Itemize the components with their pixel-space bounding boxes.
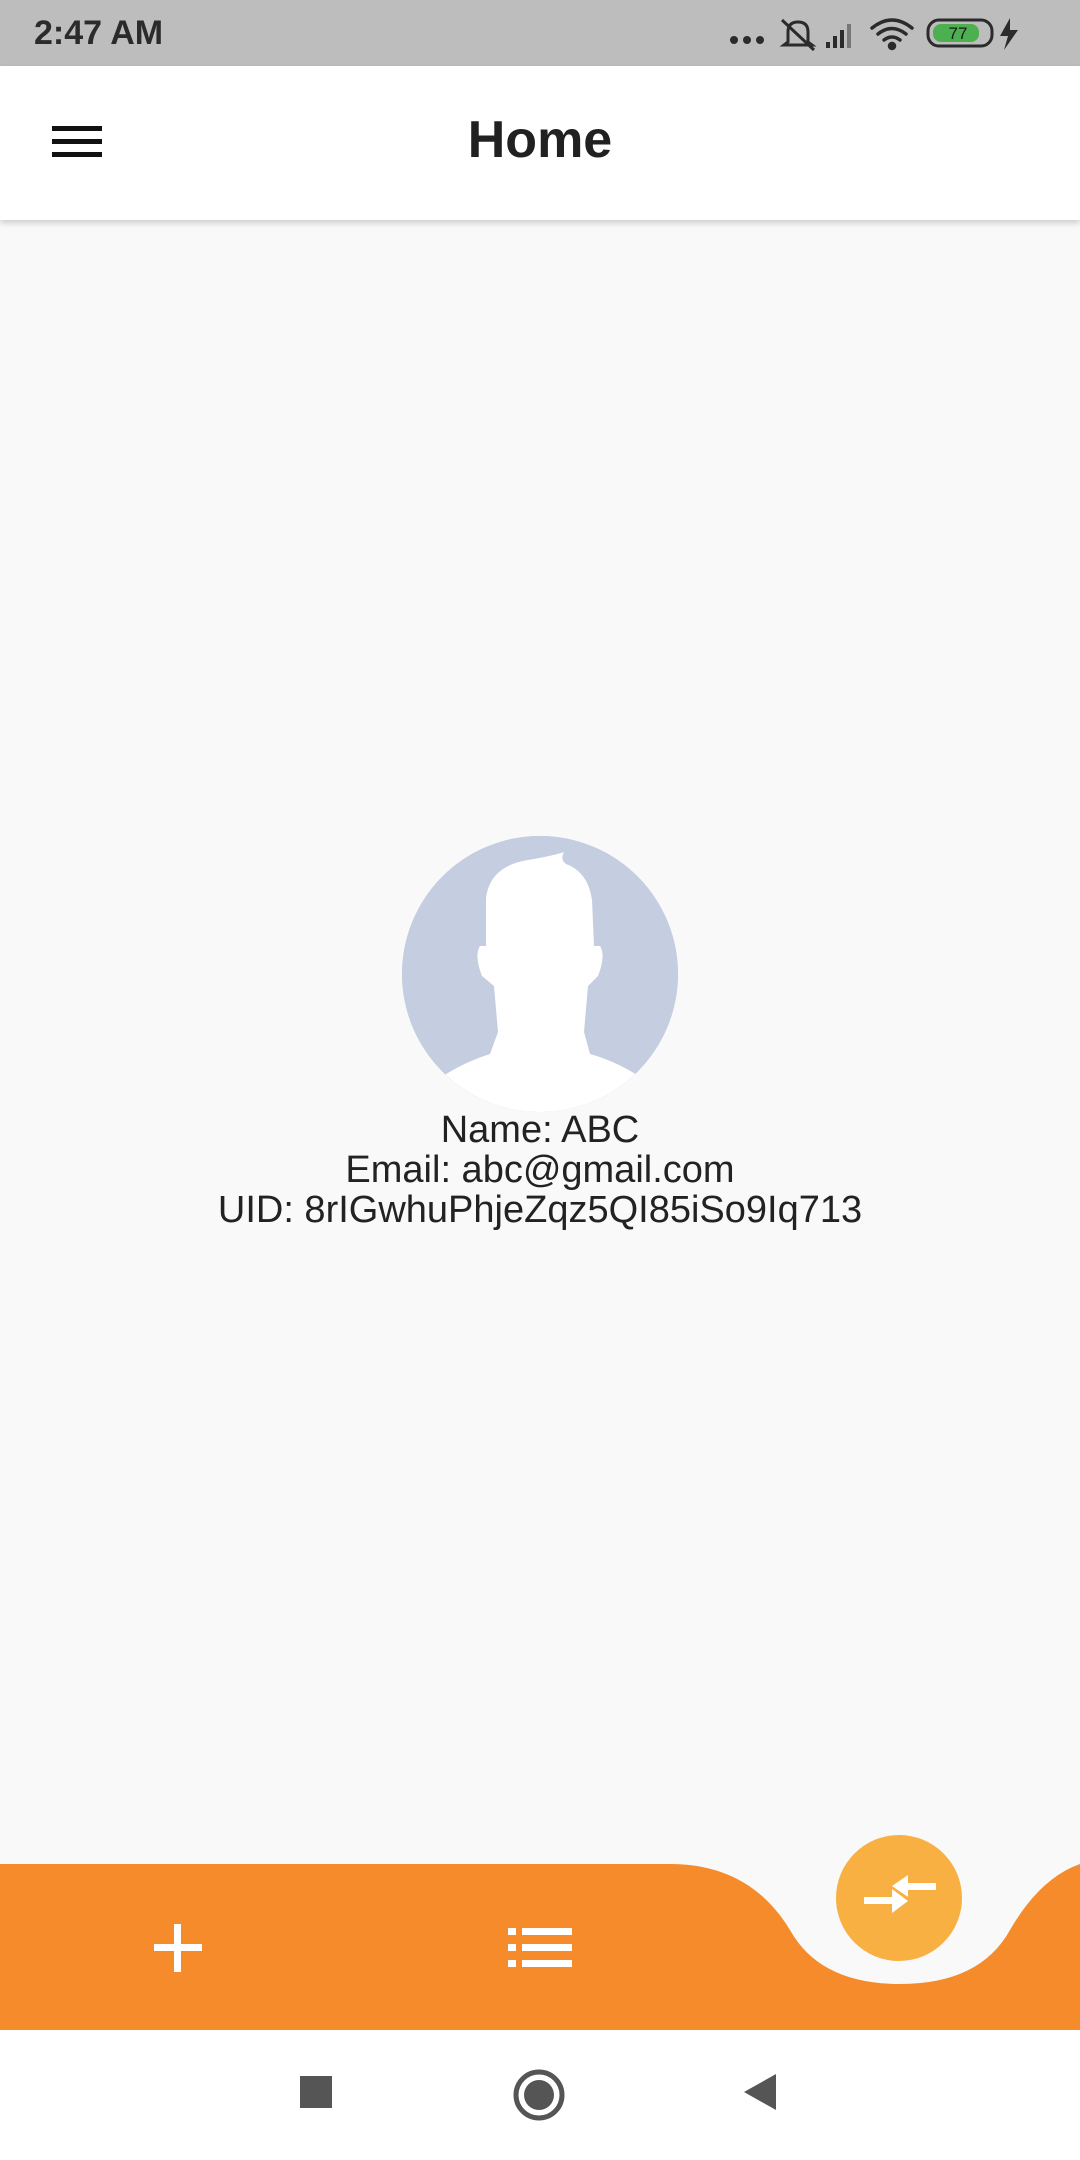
charging-icon [1000,18,1018,50]
status-bar: 2:47 AM 77 [0,0,1080,66]
list-icon[interactable] [508,1926,572,1970]
add-icon[interactable] [152,1922,204,1974]
email-text: Email: abc@gmail.com [345,1149,735,1191]
notifications-off-icon [779,18,817,52]
status-icons: 77 [730,18,1018,52]
compare-arrows-icon [864,1875,936,1913]
back-triangle-icon[interactable] [740,2070,780,2114]
default-avatar-icon [402,836,678,1112]
svg-text:77: 77 [949,24,968,43]
recents-square-icon[interactable] [296,2072,336,2112]
more-dots-icon [730,36,764,44]
avatar [402,836,678,1112]
battery-icon: 77 [926,18,994,48]
uid-text: UID: 8rIGwhuPhjeZqz5QI85iSo9Iq713 [217,1189,863,1231]
app-bar: Home [0,66,1080,220]
signal-icon [826,24,851,48]
profile-section: Name: ABC Email: abc@gmail.com UID: 8rIG… [0,836,1080,1232]
page-title: Home [467,111,613,169]
compare-fab-button[interactable] [836,1835,962,1961]
home-circle-icon[interactable] [512,2068,566,2122]
status-time: 2:47 AM [34,14,164,52]
system-nav-bar [0,2030,1080,2160]
wifi-icon [870,18,914,51]
name-text: Name: ABC [440,1109,640,1151]
